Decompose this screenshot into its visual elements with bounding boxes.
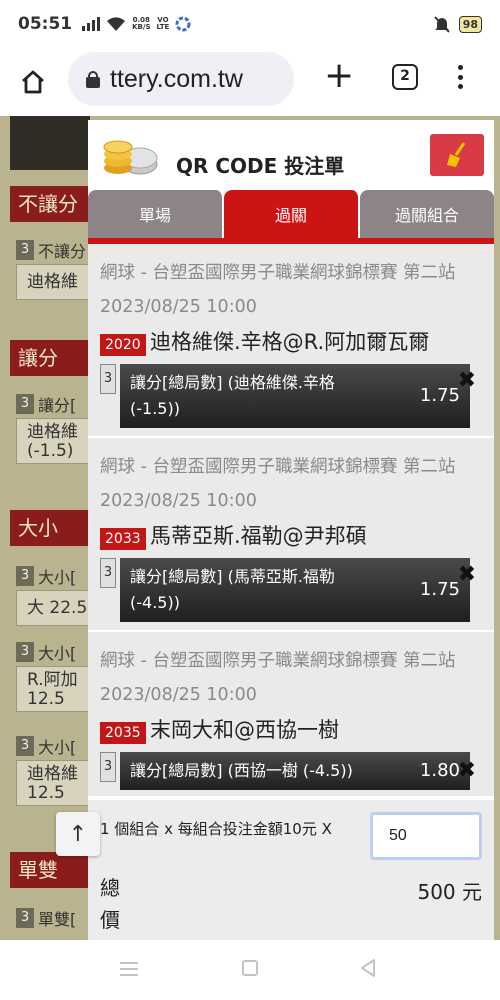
match-number: 2020 bbox=[100, 334, 146, 356]
match-number: 2035 bbox=[100, 722, 146, 744]
back-icon[interactable] bbox=[358, 958, 378, 978]
remove-bet-button[interactable]: ✖ bbox=[458, 368, 476, 393]
remove-bet-button[interactable]: ✖ bbox=[458, 562, 476, 587]
bet-item: 網球 - 台塑盃國際男子職業網球錦標賽 第二站 2023/08/25 10:00… bbox=[88, 632, 494, 798]
tab-count: 2 bbox=[400, 68, 410, 84]
close-icon: ✖ bbox=[457, 562, 476, 587]
home-button[interactable] bbox=[18, 67, 48, 97]
match-name: 馬蒂亞斯.福勒@尹邦碩 bbox=[150, 524, 367, 548]
clear-slip-button[interactable] bbox=[430, 134, 484, 176]
selection-text: 讓分[總局數] (迪格維傑.辛格 (-1.5)) bbox=[130, 373, 335, 418]
close-icon: ✖ bbox=[457, 758, 476, 783]
match-name: 迪格維傑.辛格@R.阿加爾瓦爾 bbox=[150, 330, 430, 354]
section-header: 大小 bbox=[10, 510, 90, 546]
overflow-menu-button[interactable] bbox=[452, 62, 468, 92]
selection-box: 讓分[總局數] (迪格維傑.辛格 (-1.5)) 1.75 bbox=[120, 364, 470, 428]
selection-row: 3 讓分[總局數] (迪格維傑.辛格 (-1.5)) 1.75 bbox=[100, 364, 470, 428]
status-bar: 05:51 0.08 KB/S VO LTE 98 bbox=[0, 0, 500, 48]
lock-icon bbox=[86, 70, 100, 88]
odds-box: 迪格維 12.5 bbox=[16, 760, 90, 806]
scroll-to-top-button[interactable]: ↑ bbox=[56, 812, 100, 856]
volte-indicator: VO LTE bbox=[156, 16, 170, 31]
odds-value: 1.80 bbox=[419, 760, 460, 781]
tabs-button[interactable]: 2 bbox=[392, 64, 418, 90]
bet-type-row: 3 大小[ bbox=[16, 734, 90, 758]
remove-bet-button[interactable]: ✖ bbox=[458, 758, 476, 783]
odds-box: 大 22.5 bbox=[16, 590, 90, 626]
event-info: 網球 - 台塑盃國際男子職業網球錦標賽 第二站 2023/08/25 10:00 bbox=[100, 457, 456, 511]
section-header: 不讓分 bbox=[10, 186, 90, 222]
bet-type-row: 3 大小[ bbox=[16, 564, 90, 588]
broom-icon bbox=[447, 142, 466, 167]
modal-header: QR CODE 投注單 bbox=[88, 120, 494, 190]
bet-type-row: 3 不讓分 bbox=[16, 238, 90, 262]
selection-box: 讓分[總局數] (馬蒂亞斯.福勒 (-4.5)) 1.75 bbox=[120, 558, 470, 622]
match-number: 2033 bbox=[100, 528, 146, 550]
tab-single[interactable]: 單場 bbox=[88, 190, 224, 238]
arrow-up-icon: ↑ bbox=[68, 821, 88, 847]
close-icon: ✖ bbox=[457, 368, 476, 393]
total-label: 總價 bbox=[100, 876, 120, 932]
bet-slip-modal: QR CODE 投注單 單場 過關 過關組合 網球 - 台塑盃國際男子職業網球錦… bbox=[88, 120, 494, 940]
home-icon bbox=[22, 70, 44, 94]
event-info: 網球 - 台塑盃國際男子職業網球錦標賽 第二站 2023/08/25 10:00 bbox=[100, 263, 456, 317]
bet-item: 網球 - 台塑盃國際男子職業網球錦標賽 第二站 2023/08/25 10:00… bbox=[88, 438, 494, 632]
odds-box: R.阿加 12.5 bbox=[16, 666, 90, 712]
selection-count: 3 bbox=[100, 558, 116, 588]
coins-icon bbox=[103, 140, 158, 175]
system-home-button[interactable] bbox=[242, 960, 258, 976]
bet-item: 網球 - 台塑盃國際男子職業網球錦標賽 第二站 2023/08/25 10:00… bbox=[88, 244, 494, 438]
odds-value: 1.75 bbox=[419, 385, 460, 406]
selection-text: 讓分[總局數] (西協一樹 (-4.5)) bbox=[130, 761, 353, 780]
net-speed: 0.08 KB/S bbox=[132, 16, 151, 31]
wifi-icon bbox=[107, 17, 126, 31]
section-header: 單雙 bbox=[10, 852, 90, 888]
section-header: 讓分 bbox=[10, 340, 90, 376]
url-bar[interactable]: ttery.com.tw bbox=[68, 52, 294, 106]
url-text: ttery.com.tw bbox=[110, 64, 243, 93]
mute-icon bbox=[433, 16, 450, 33]
event-info: 網球 - 台塑盃國際男子職業網球錦標賽 第二站 2023/08/25 10:00 bbox=[100, 651, 456, 705]
recent-apps-button[interactable] bbox=[120, 962, 138, 976]
bet-type-tabs: 單場 過關 過關組合 bbox=[88, 190, 494, 244]
odds-box: 迪格維 (-1.5) bbox=[16, 418, 90, 464]
selection-row: 3 讓分[總局數] (馬蒂亞斯.福勒 (-4.5)) 1.75 bbox=[100, 558, 470, 622]
plus-icon: + bbox=[324, 55, 355, 96]
selection-count: 3 bbox=[100, 364, 116, 394]
match-name: 末岡大和@西協一樹 bbox=[150, 718, 339, 742]
bet-amount-input[interactable] bbox=[370, 812, 482, 860]
system-nav-bar bbox=[0, 940, 500, 1000]
selection-row: 3 讓分[總局數] (西協一樹 (-4.5)) 1.80 bbox=[100, 752, 470, 790]
selection-count: 3 bbox=[100, 752, 116, 782]
app-notification-icon bbox=[175, 16, 191, 32]
signal-icon bbox=[82, 17, 101, 31]
odds-box: 迪格維 bbox=[16, 264, 90, 300]
selection-text: 讓分[總局數] (馬蒂亞斯.福勒 (-4.5)) bbox=[130, 567, 335, 612]
bet-type-row: 3 大小[ bbox=[16, 640, 90, 664]
tab-parlay[interactable]: 過關 bbox=[224, 190, 360, 238]
tab-parlay-combo[interactable]: 過關組合 bbox=[360, 190, 494, 238]
battery-indicator: 98 bbox=[458, 15, 482, 33]
summary-text: 1 個組合 x 每組合投注金額10元 X bbox=[100, 820, 332, 838]
total-value: 500 元 bbox=[417, 880, 482, 904]
modal-title: QR CODE 投注單 bbox=[176, 154, 345, 178]
bet-type-row: 3 讓分[ bbox=[16, 392, 90, 416]
browser-toolbar: ttery.com.tw + 2 bbox=[0, 48, 500, 116]
status-time: 05:51 bbox=[18, 14, 73, 34]
new-tab-button[interactable]: + bbox=[324, 58, 354, 94]
odds-value: 1.75 bbox=[419, 579, 460, 600]
selection-box: 讓分[總局數] (西協一樹 (-4.5)) 1.80 bbox=[120, 752, 470, 790]
page-header-strip bbox=[10, 116, 90, 170]
bet-list: 網球 - 台塑盃國際男子職業網球錦標賽 第二站 2023/08/25 10:00… bbox=[88, 244, 494, 798]
bet-type-row: 3 單雙[ bbox=[16, 906, 90, 930]
